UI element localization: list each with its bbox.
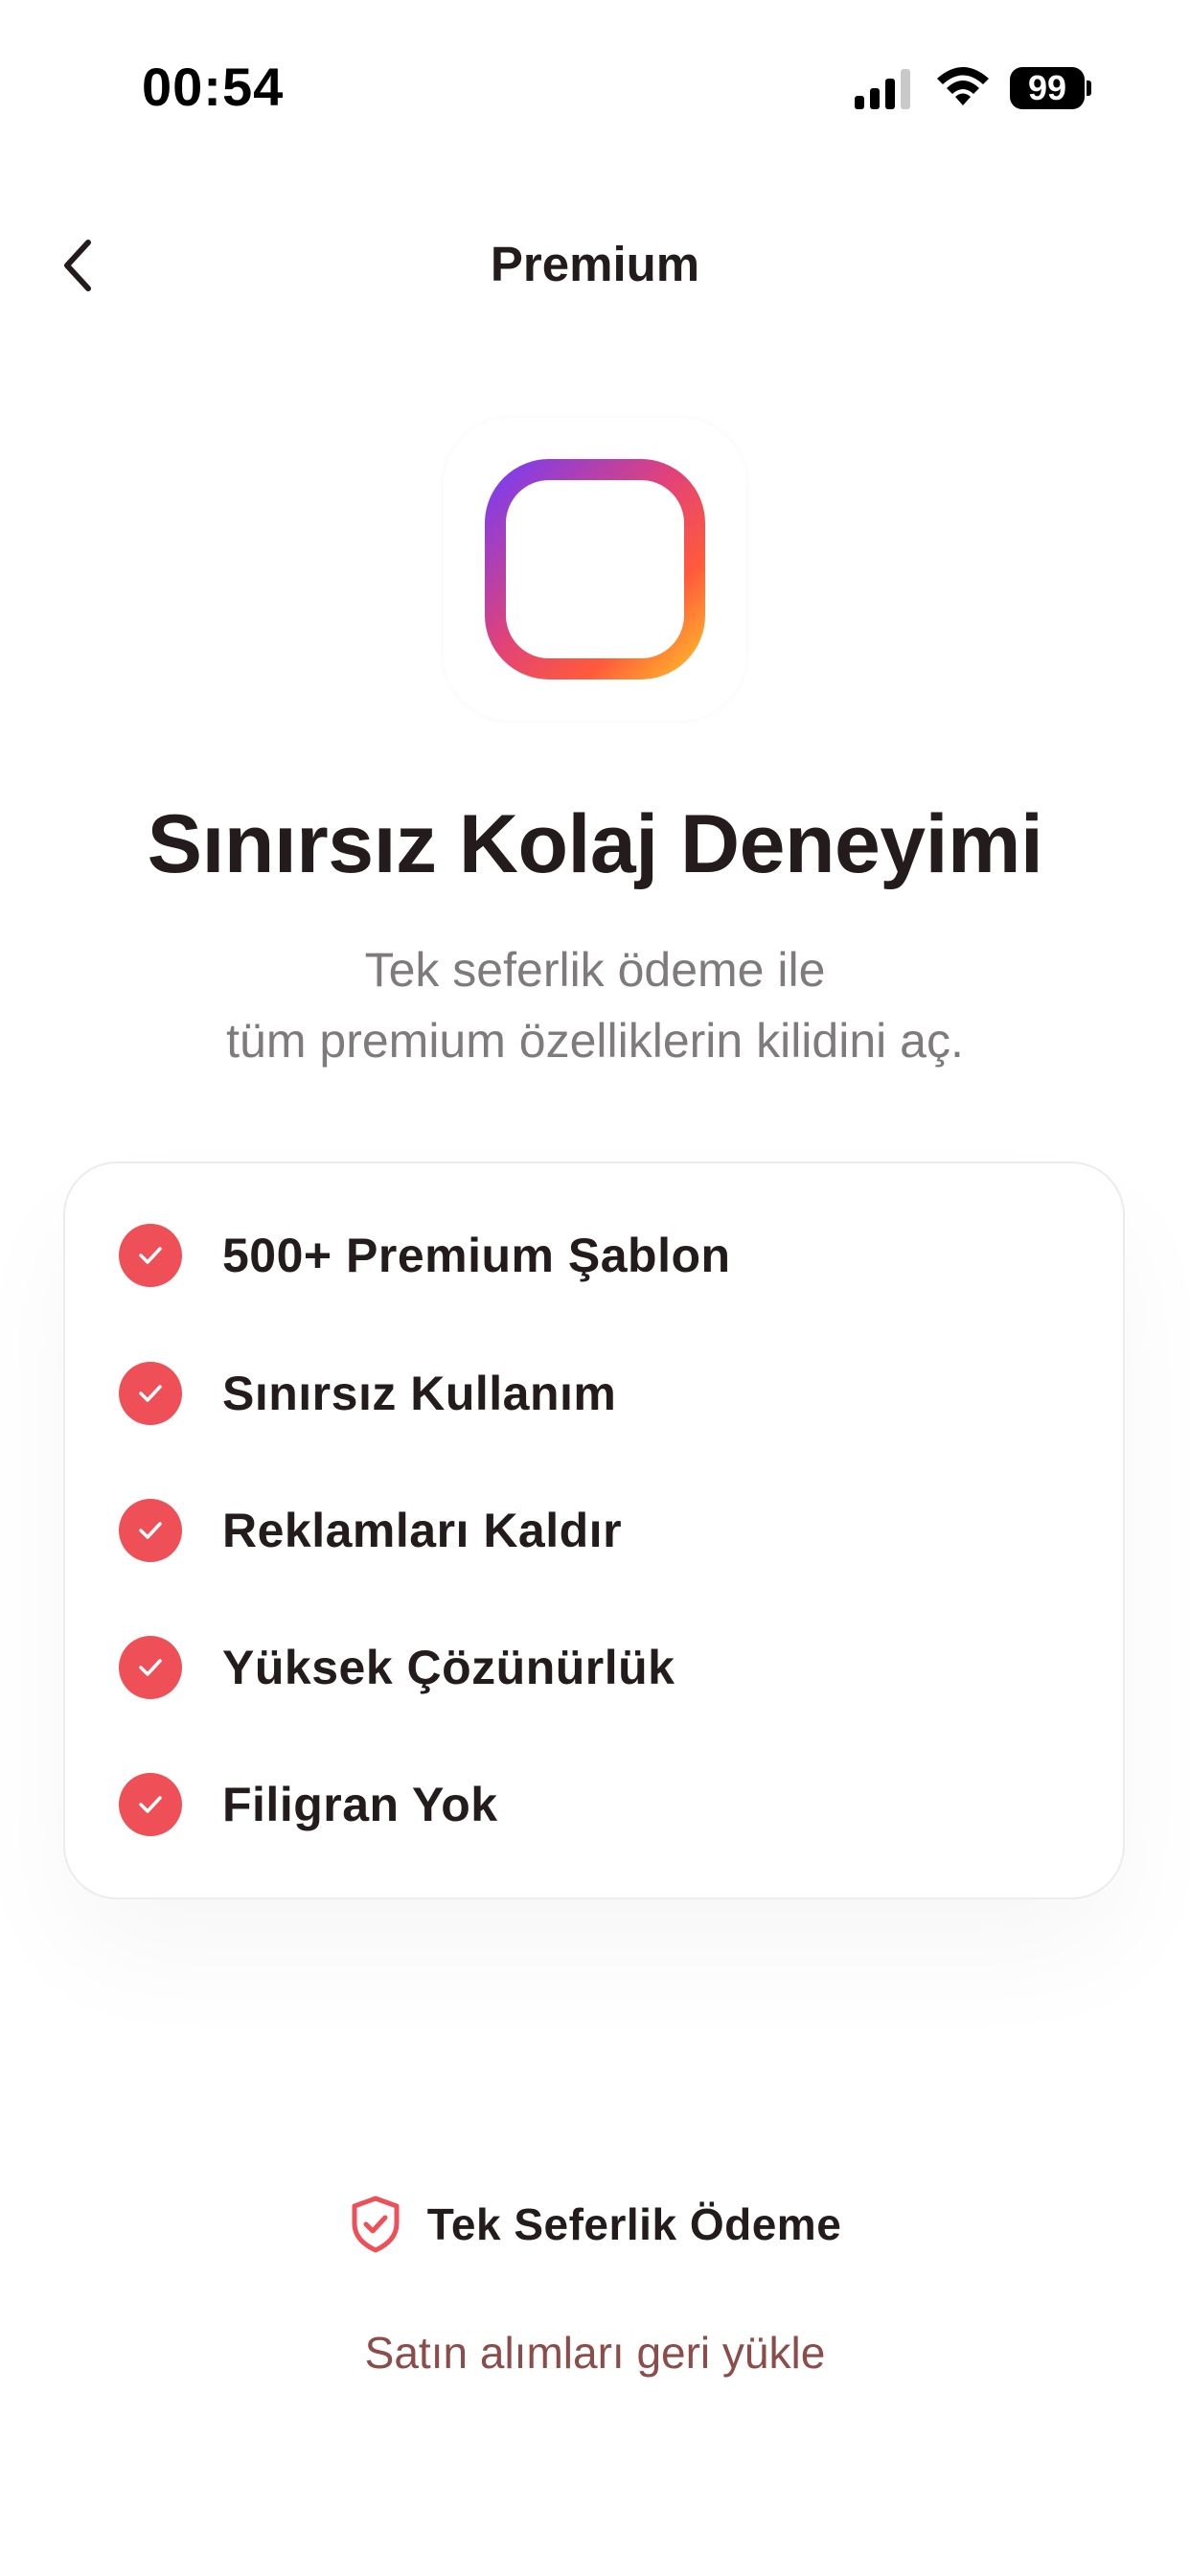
check-circle-icon [119, 1224, 182, 1287]
shield-check-icon [352, 2196, 400, 2253]
feature-item: Filigran Yok [119, 1766, 498, 1843]
feature-label: Sınırsız Kullanım [222, 1367, 617, 1420]
feature-list-card: 500+ Premium Şablon Sınırsız Kullanım Re… [63, 1162, 1125, 1899]
feature-label: Yüksek Çözünürlük [222, 1641, 675, 1694]
subtitle: Tek seferlik ödeme ile tüm premium özell… [0, 934, 1190, 1076]
battery-icon: 99 [1010, 67, 1091, 109]
check-circle-icon [119, 1773, 182, 1836]
wifi-icon [935, 65, 991, 109]
check-circle-icon [119, 1362, 182, 1425]
subtitle-line-2: tüm premium özelliklerin kilidini aç. [226, 1014, 964, 1068]
one-time-payment-note: Tek Seferlik Ödeme [0, 2191, 1190, 2258]
cellular-signal-icon [855, 67, 914, 109]
feature-item: Yüksek Çözünürlük [119, 1629, 675, 1706]
feature-item: Sınırsız Kullanım [119, 1355, 616, 1432]
battery-cap [1087, 80, 1091, 96]
status-bar: 00:54 99 [0, 0, 1190, 182]
collage-layout-icon [485, 459, 705, 679]
app-icon [444, 418, 746, 721]
battery-level: 99 [1010, 67, 1085, 109]
restore-purchases-link[interactable]: Satın alımları geri yükle [0, 2327, 1190, 2379]
status-time: 00:54 [142, 57, 285, 117]
check-circle-icon [119, 1499, 182, 1562]
one-time-payment-label: Tek Seferlik Ödeme [426, 2199, 842, 2249]
subtitle-line-1: Tek seferlik ödeme ile [364, 943, 826, 997]
feature-label: Reklamları Kaldır [222, 1504, 623, 1557]
headline: Sınırsız Kolaj Deneyimi [147, 798, 1043, 890]
page-title: Premium [490, 237, 700, 291]
feature-label: 500+ Premium Şablon [222, 1229, 731, 1282]
feature-item: Reklamları Kaldır [119, 1492, 622, 1569]
check-circle-icon [119, 1636, 182, 1699]
feature-item: 500+ Premium Şablon [119, 1217, 731, 1294]
feature-label: Filigran Yok [222, 1778, 498, 1831]
